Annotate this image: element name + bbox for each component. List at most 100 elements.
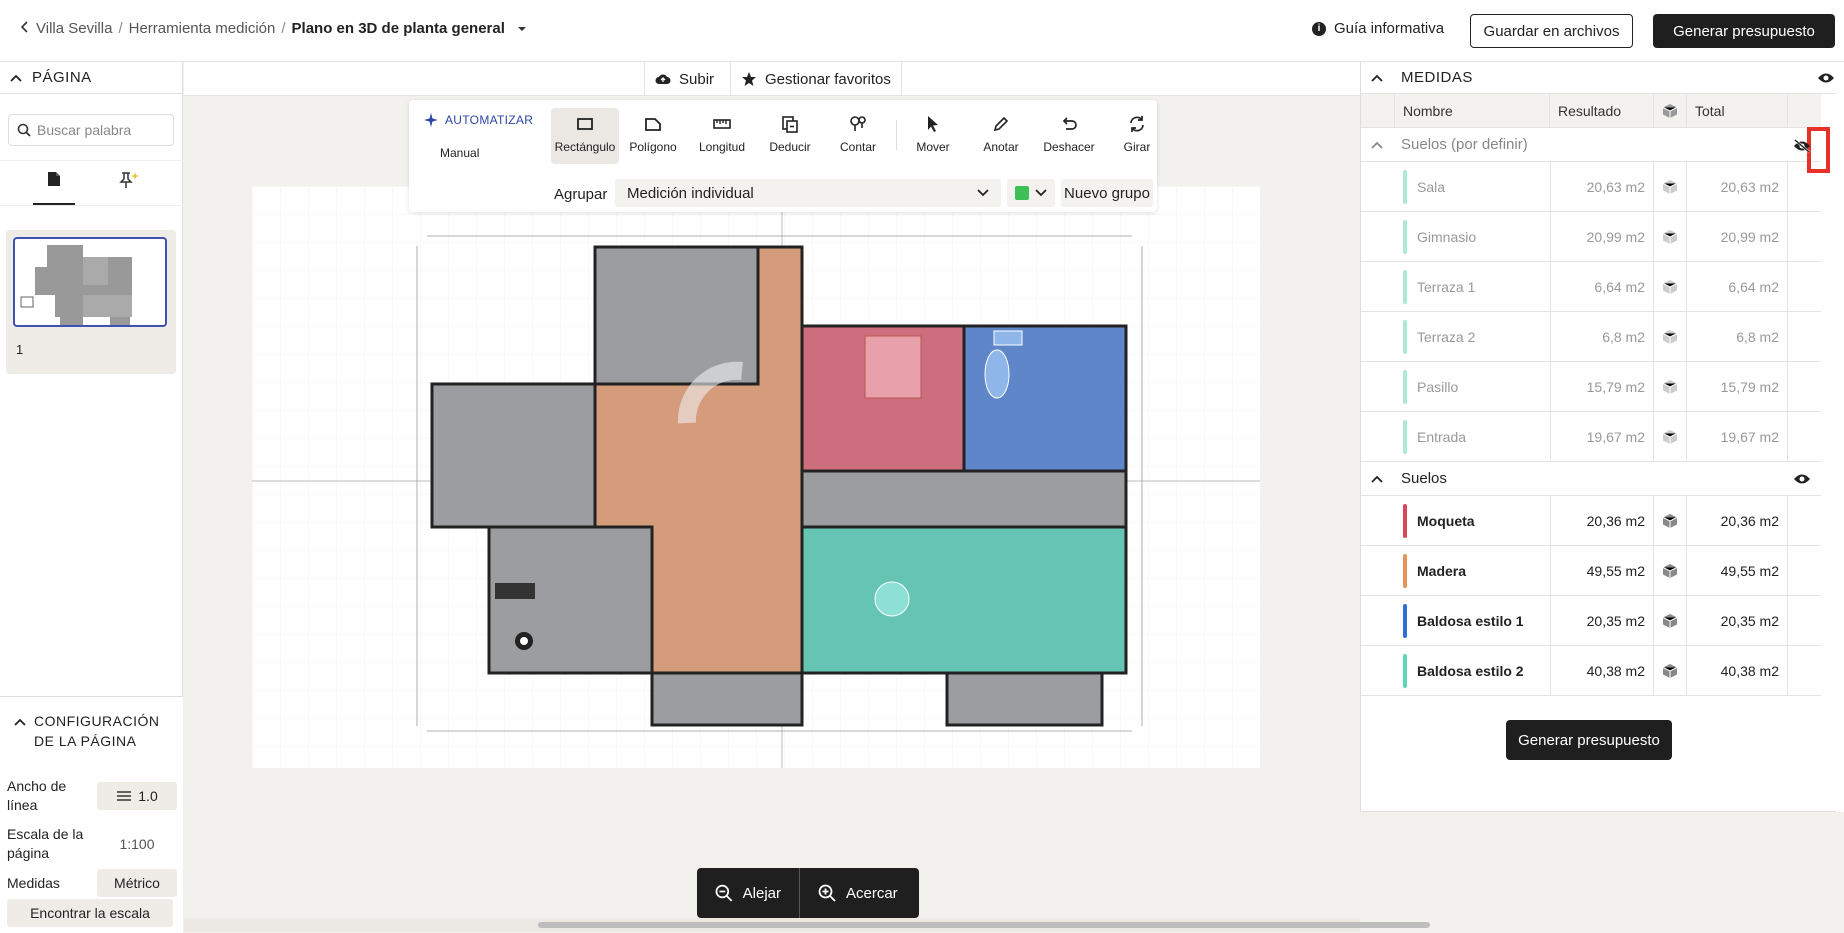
pin-sparkle-icon [119, 172, 139, 188]
table-row[interactable]: Moqueta 20,36 m2 20,36 m2 [1361, 496, 1821, 546]
table-row[interactable]: Baldosa estilo 1 20,35 m2 20,35 m2 [1361, 596, 1821, 646]
table-row[interactable]: Madera 49,55 m2 49,55 m2 [1361, 546, 1821, 596]
panel-scrollbar[interactable] [1836, 62, 1844, 812]
units-select[interactable]: Métrico [97, 869, 177, 897]
page-panel-header[interactable]: PÁGINA [0, 62, 182, 94]
tool-move[interactable]: Mover [899, 108, 967, 164]
eye-off-icon [1794, 139, 1810, 153]
line-weight-icon [117, 791, 132, 801]
row-3d-toggle[interactable] [1654, 312, 1687, 362]
chevron-up-icon[interactable] [1371, 74, 1383, 82]
line-width-field[interactable]: 1.0 [97, 782, 177, 810]
row-3d-toggle[interactable] [1654, 262, 1687, 312]
zoom-out-button[interactable]: Alejar [697, 868, 800, 918]
table-row[interactable]: Entrada 19,67 m2 19,67 m2 [1361, 412, 1821, 462]
eye-icon[interactable] [1793, 473, 1811, 485]
horizontal-scrollbar[interactable] [184, 918, 1430, 932]
undo-icon [1062, 117, 1077, 130]
group-name: Suelos [1401, 470, 1447, 487]
row-3d-toggle[interactable] [1654, 362, 1687, 412]
row-result: 15,79 m2 [1550, 362, 1654, 412]
eye-icon[interactable] [1817, 72, 1835, 84]
eye-off-toggle[interactable] [1793, 139, 1811, 156]
generate-budget-button[interactable]: Generar presupuesto [1653, 14, 1835, 48]
page-scale-row: Escala de la página 1:100 [7, 825, 177, 863]
tab-pages[interactable] [33, 171, 75, 205]
row-3d-toggle[interactable] [1654, 412, 1687, 462]
group-label: Agrupar [554, 186, 608, 203]
table-row[interactable]: Sala 20,63 m2 20,63 m2 [1361, 162, 1821, 212]
new-group-button[interactable]: Nuevo grupo [1061, 179, 1153, 207]
guide-label: Guía informativa [1334, 20, 1445, 37]
star-icon [742, 72, 756, 86]
save-to-files-button[interactable]: Guardar en archivos [1470, 14, 1633, 48]
row-3d-toggle[interactable] [1654, 596, 1687, 646]
chevron-up-icon[interactable] [14, 718, 26, 726]
row-3d-toggle[interactable] [1654, 212, 1687, 262]
group-select[interactable]: Medición individual [615, 179, 1001, 207]
tool-polygon[interactable]: Polígono [619, 108, 687, 164]
zoom-in-button[interactable]: Acercar [800, 868, 919, 918]
table-row[interactable]: Gimnasio 20,99 m2 20,99 m2 [1361, 212, 1821, 262]
row-3d-toggle[interactable] [1654, 496, 1687, 546]
tool-count[interactable]: Contar [824, 108, 892, 164]
table-row[interactable]: Terraza 1 6,64 m2 6,64 m2 [1361, 262, 1821, 312]
automate-button[interactable]: AUTOMATIZAR [423, 112, 533, 128]
column-name[interactable]: Nombre [1395, 94, 1550, 128]
chevron-up-icon[interactable] [1371, 475, 1383, 483]
table-row[interactable]: Pasillo 15,79 m2 15,79 m2 [1361, 362, 1821, 412]
row-name: Terraza 1 [1417, 279, 1476, 295]
tool-length[interactable]: Longitud [688, 108, 756, 164]
generate-budget-panel-button[interactable]: Generar presupuesto [1506, 720, 1672, 760]
breadcrumb-current-plan[interactable]: Plano en 3D de planta general [292, 20, 505, 37]
floor-plan-canvas[interactable] [252, 186, 1260, 768]
tool-annotate[interactable]: Anotar [967, 108, 1035, 164]
group-header-floors[interactable]: Suelos [1361, 462, 1821, 496]
row-name: Terraza 2 [1417, 329, 1476, 345]
manage-favorites-button[interactable]: Gestionar favoritos [730, 62, 902, 96]
back-chevron-icon[interactable] [20, 20, 30, 37]
cube-icon [1662, 514, 1678, 528]
breadcrumb-separator: / [118, 20, 123, 37]
row-total: 19,67 m2 [1687, 412, 1788, 462]
page-config-title: CONFIGURACIÓN DE LA PÁGINA [34, 713, 160, 749]
cube-icon [1662, 104, 1678, 118]
row-3d-toggle[interactable] [1654, 646, 1687, 696]
tool-length-label: Longitud [698, 140, 746, 154]
page-scale-value[interactable]: 1:100 [97, 830, 177, 858]
breadcrumb-tool[interactable]: Herramienta medición [129, 20, 276, 37]
search-input[interactable]: Buscar palabra [8, 114, 174, 146]
color-picker[interactable] [1007, 179, 1055, 207]
caret-down-icon[interactable] [517, 20, 527, 37]
guide-link[interactable]: i Guía informativa [1312, 20, 1444, 37]
row-name: Pasillo [1417, 379, 1459, 395]
tool-rectangle[interactable]: Rectángulo [551, 108, 619, 164]
table-row[interactable]: Baldosa estilo 2 40,38 m2 40,38 m2 [1361, 646, 1821, 696]
page-config-header[interactable]: CONFIGURACIÓN DE LA PÁGINA [14, 711, 164, 751]
chevron-up-icon[interactable] [1371, 141, 1383, 149]
row-3d-toggle[interactable] [1654, 546, 1687, 596]
tool-deduct[interactable]: Deducir [756, 108, 824, 164]
automate-label: AUTOMATIZAR [445, 113, 534, 127]
row-3d-toggle[interactable] [1654, 162, 1687, 212]
group-header-undefined[interactable]: Suelos (por definir) [1361, 128, 1821, 162]
column-3d[interactable] [1654, 94, 1687, 128]
scrollbar-thumb[interactable] [538, 922, 1430, 928]
column-total[interactable]: Total [1687, 94, 1788, 128]
chevron-up-icon[interactable] [10, 74, 22, 82]
row-name: Gimnasio [1417, 229, 1477, 245]
tool-rotate[interactable]: Girar [1103, 108, 1171, 164]
breadcrumb-project[interactable]: Villa Sevilla [36, 20, 112, 37]
manual-mode-label[interactable]: Manual [440, 146, 479, 160]
upload-button[interactable]: Subir [644, 62, 724, 96]
row-result: 20,63 m2 [1550, 162, 1654, 212]
measures-table-header: Nombre Resultado Total [1361, 94, 1821, 128]
tool-undo[interactable]: Deshacer [1035, 108, 1103, 164]
table-row[interactable]: Terraza 2 6,8 m2 6,8 m2 [1361, 312, 1821, 362]
page-thumbnail-card[interactable]: 1 [6, 230, 176, 374]
page-thumbnail[interactable] [13, 237, 167, 327]
find-scale-button[interactable]: Encontrar la escala [7, 899, 173, 927]
column-result[interactable]: Resultado [1550, 94, 1654, 128]
tab-pinned[interactable] [108, 171, 150, 205]
row-result: 40,38 m2 [1550, 646, 1654, 696]
